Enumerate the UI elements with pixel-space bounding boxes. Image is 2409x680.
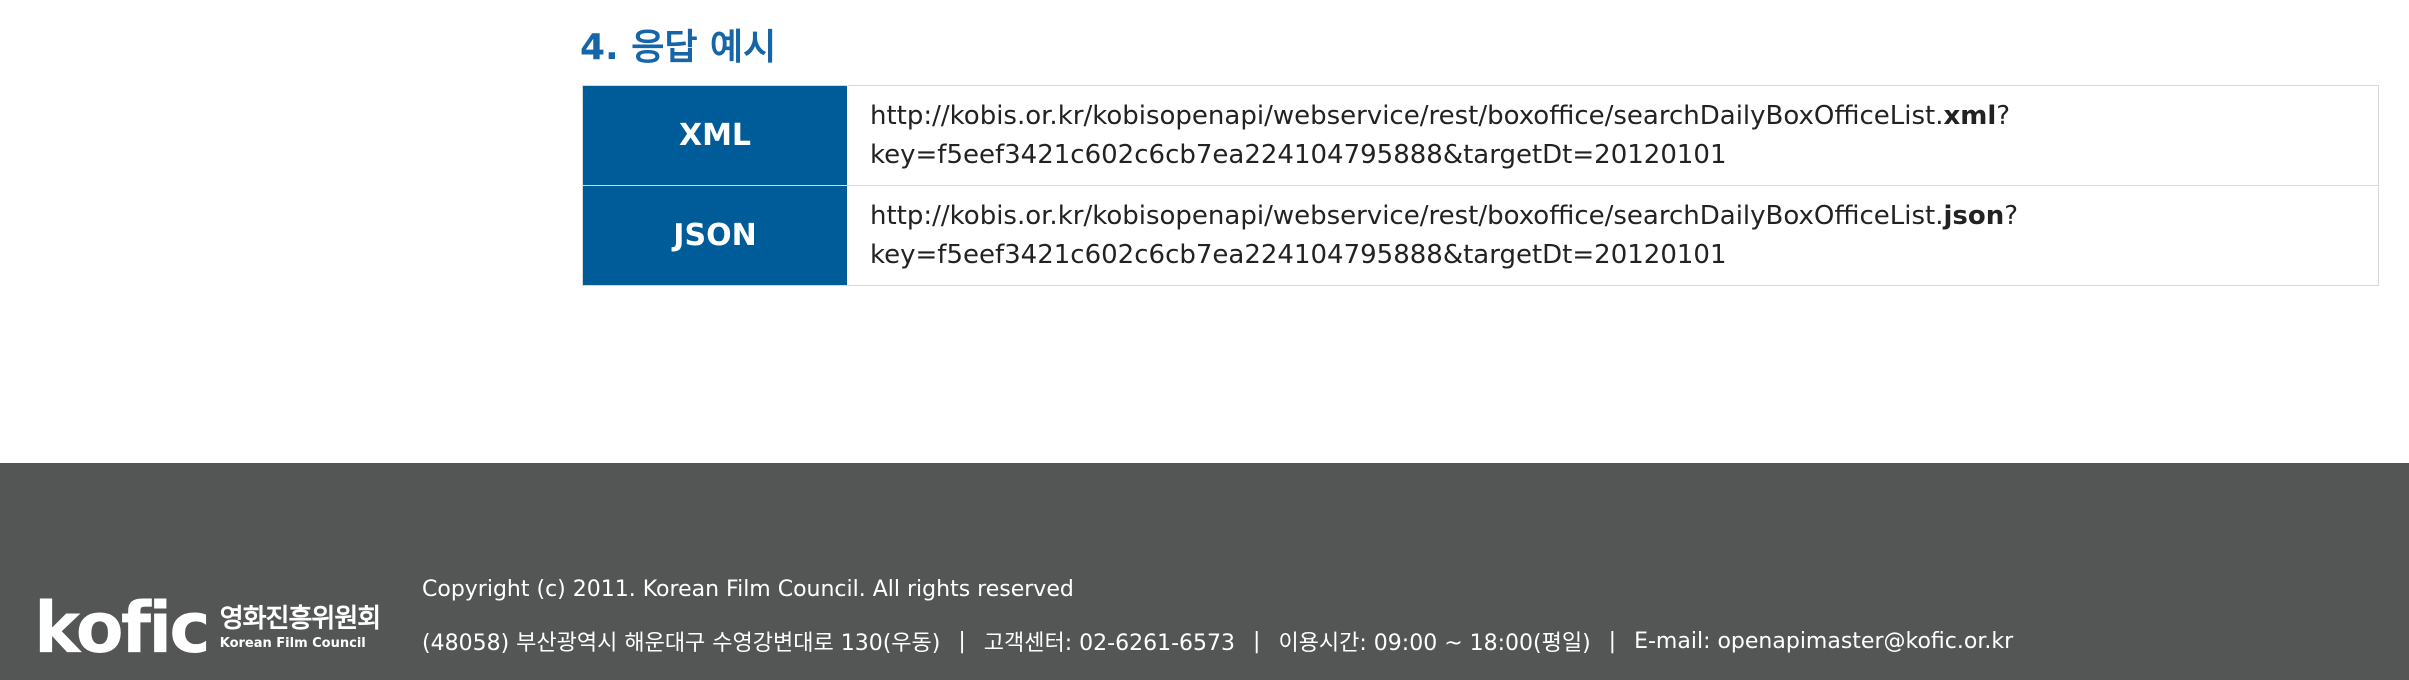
separator: | — [1608, 628, 1617, 654]
url-prefix: http://kobis.or.kr/kobisopenapi/webservi… — [870, 200, 1944, 231]
logo-wordmark: kofic — [34, 587, 211, 669]
url-query: key=f5eef3421c602c6cb7ea224104795888&tar… — [870, 139, 1727, 170]
service-hours-text: 이용시간: 09:00 ~ 18:00(평일) — [1278, 631, 1591, 656]
logo-subtitle: 영화진흥위원회 Korean Film Council — [219, 604, 381, 652]
url-extension: xml — [1943, 100, 1997, 131]
url-extension: json — [1943, 200, 2005, 231]
call-center-text: 고객센터: 02-6261-6573 — [983, 631, 1236, 656]
table-row: JSON http://kobis.or.kr/kobisopenapi/web… — [582, 185, 2379, 286]
url-suffix: ? — [1996, 100, 2011, 131]
format-label-xml: XML — [582, 85, 848, 186]
logo-korean-name: 영화진흥위원회 — [219, 604, 381, 634]
footer-contact-line: (48058) 부산광역시 해운대구 수영강변대로 130(우동) | 고객센터… — [422, 625, 2013, 657]
url-query: key=f5eef3421c602c6cb7ea224104795888&tar… — [870, 239, 1727, 270]
example-url-xml: http://kobis.or.kr/kobisopenapi/webservi… — [847, 85, 2379, 186]
logo-english-name: Korean Film Council — [219, 636, 366, 651]
copyright-text: Copyright (c) 2011. Korean Film Council.… — [422, 577, 1074, 602]
example-url-json: http://kobis.or.kr/kobisopenapi/webservi… — [847, 185, 2379, 286]
email-link[interactable]: E-mail: openapimaster@kofic.or.kr — [1634, 629, 2013, 654]
table-row: XML http://kobis.or.kr/kobisopenapi/webs… — [582, 85, 2379, 186]
url-suffix: ? — [2004, 200, 2019, 231]
response-example-table: XML http://kobis.or.kr/kobisopenapi/webs… — [582, 85, 2379, 286]
site-footer: kofic 영화진흥위원회 Korean Film Council Copyri… — [0, 463, 2409, 680]
address-text: (48058) 부산광역시 해운대구 수영강변대로 130(우동) — [422, 631, 941, 656]
kofic-logo[interactable]: kofic 영화진흥위원회 Korean Film Council — [34, 587, 381, 669]
section-title: 4. 응답 예시 — [580, 27, 777, 68]
separator: | — [958, 628, 966, 654]
url-prefix: http://kobis.or.kr/kobisopenapi/webservi… — [870, 100, 1944, 131]
format-label-json: JSON — [582, 185, 848, 286]
separator: | — [1253, 628, 1261, 654]
